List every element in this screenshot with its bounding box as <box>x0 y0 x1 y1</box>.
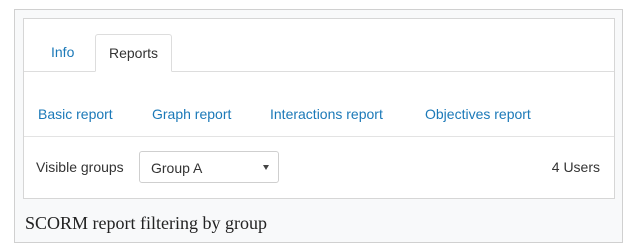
selected-group-value: Group A <box>151 160 203 176</box>
figure-caption: SCORM report filtering by group <box>25 213 267 233</box>
report-panel: Info Reports Basic report Graph report I… <box>23 18 615 199</box>
figure-frame: Info Reports Basic report Graph report I… <box>14 9 623 243</box>
tab-reports[interactable]: Reports <box>95 34 173 72</box>
link-graph-report[interactable]: Graph report <box>152 106 231 122</box>
link-interactions-report[interactable]: Interactions report <box>270 106 383 122</box>
tab-info[interactable]: Info <box>38 34 87 71</box>
visible-groups-label: Visible groups <box>36 159 124 175</box>
link-basic-report[interactable]: Basic report <box>38 106 113 122</box>
visible-groups-select[interactable]: Group A <box>139 151 279 183</box>
primary-tabs: Info Reports <box>24 19 614 72</box>
report-type-nav: Basic report Graph report Interactions r… <box>24 72 614 137</box>
users-count: 4 Users <box>551 159 600 175</box>
chevron-down-icon <box>263 165 269 170</box>
group-filter-bar: Visible groups Group A 4 Users <box>24 137 614 199</box>
link-objectives-report[interactable]: Objectives report <box>425 106 531 122</box>
